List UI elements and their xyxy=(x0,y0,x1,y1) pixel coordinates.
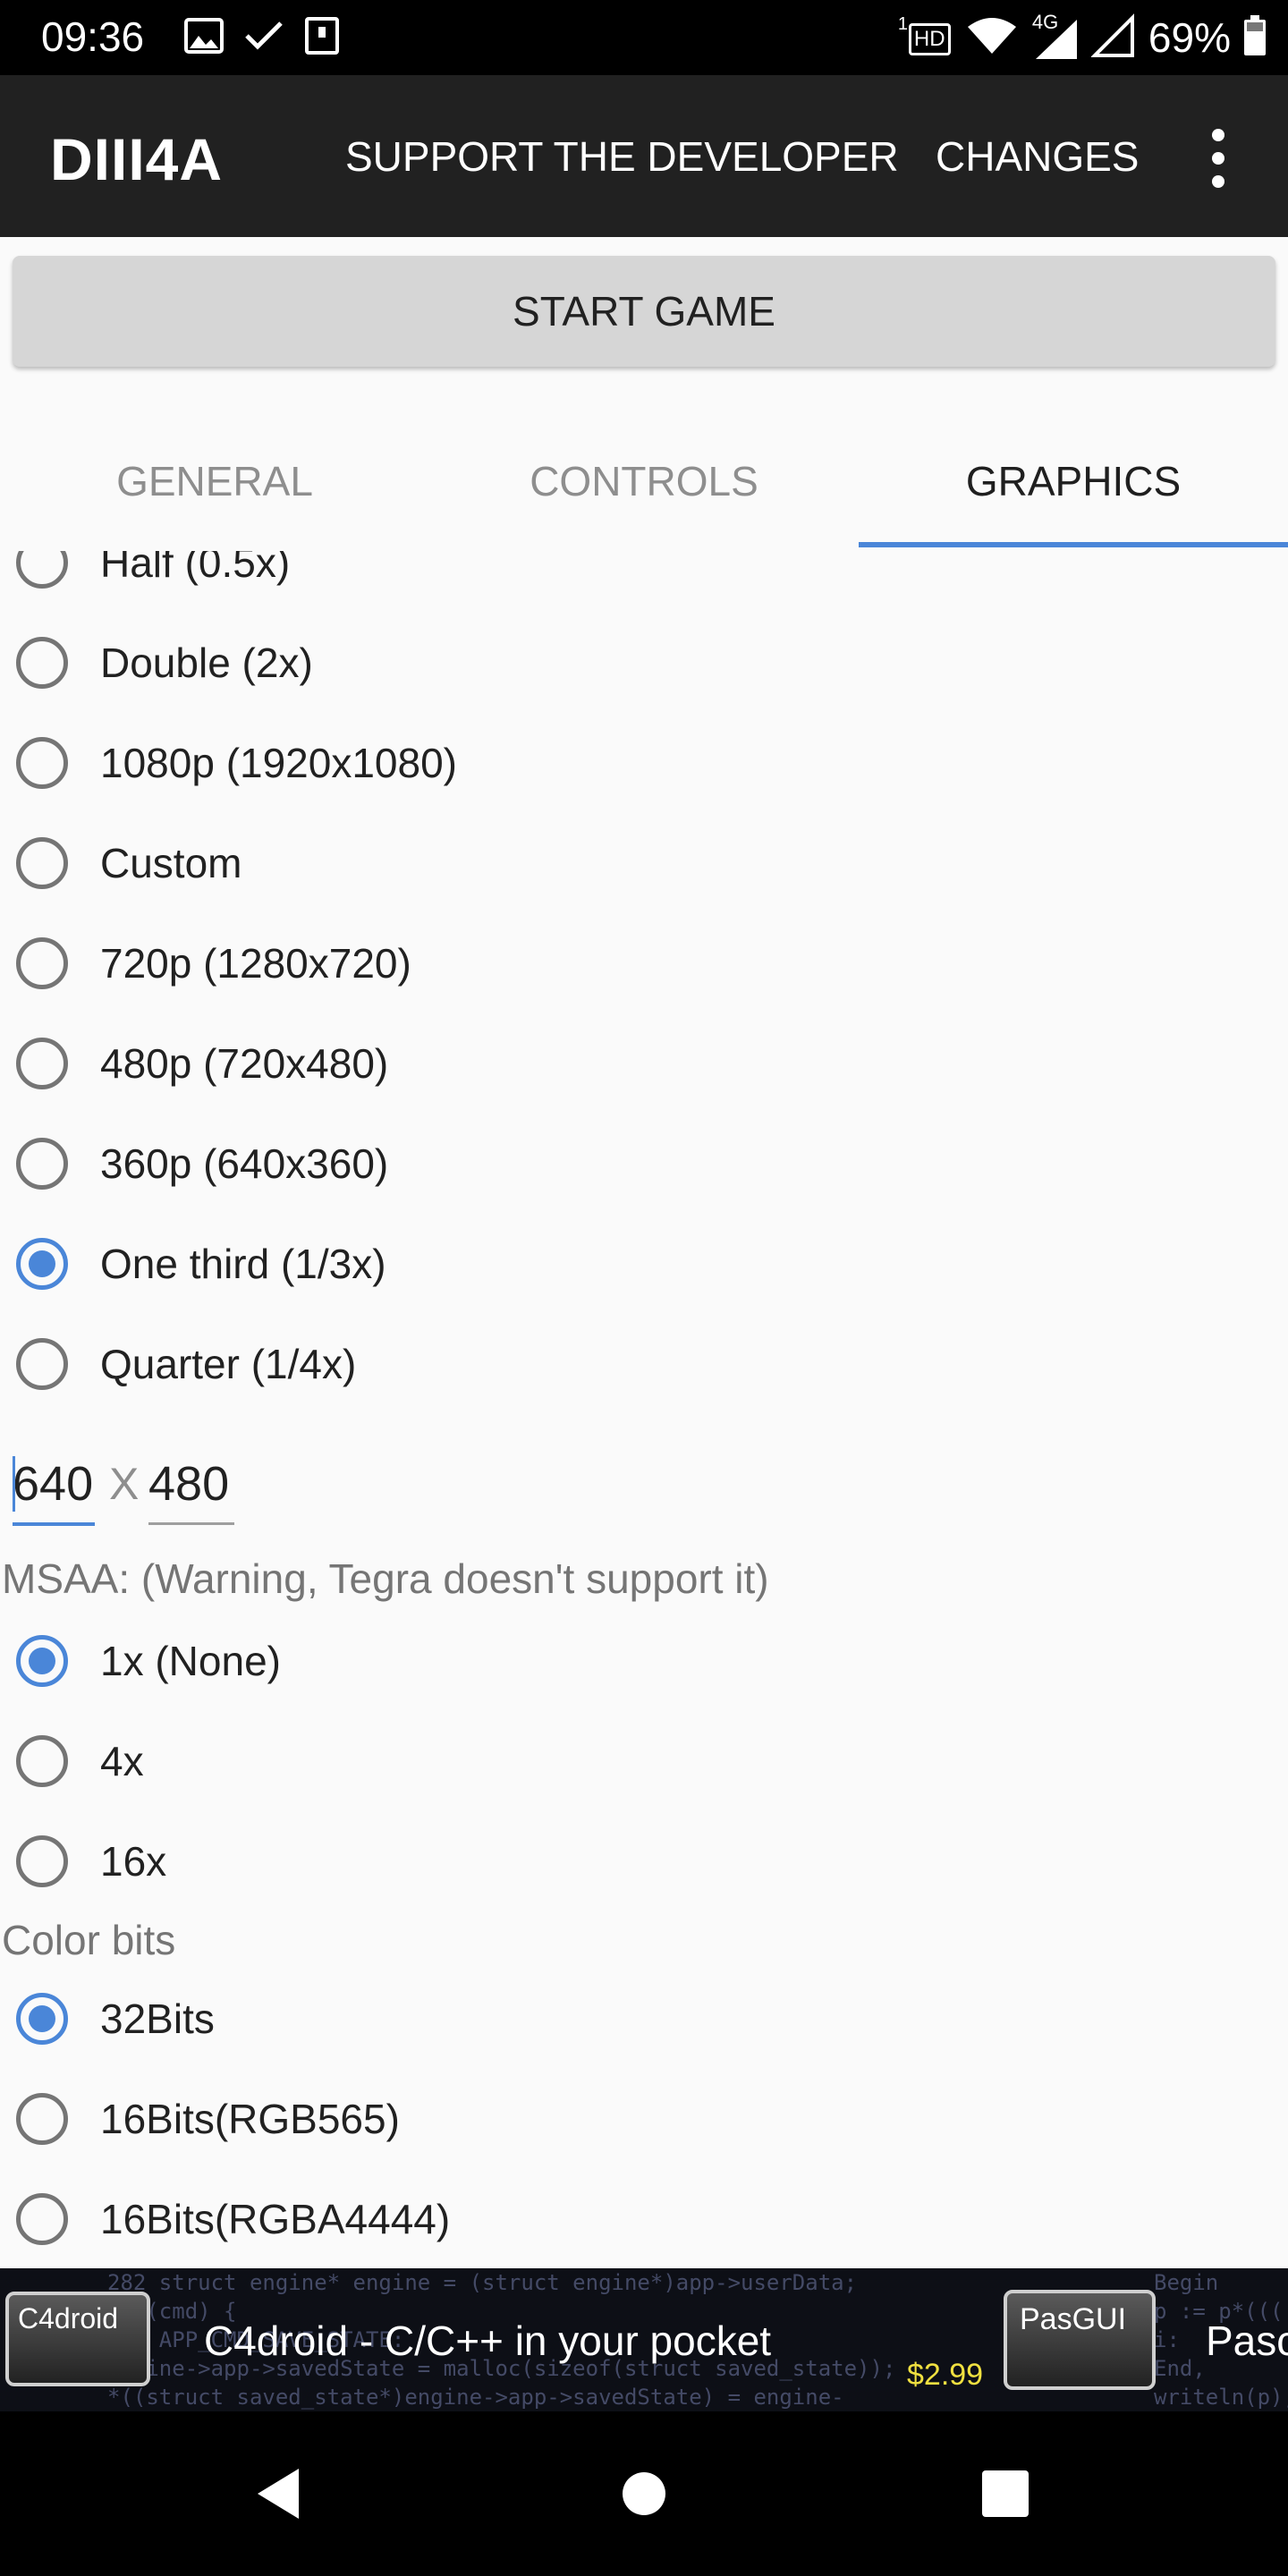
radio-label: 32Bits xyxy=(100,1996,215,2042)
radio-label: 4x xyxy=(100,1738,144,1784)
radio-color-32bits[interactable]: 32Bits xyxy=(16,1979,215,2059)
tab-bar: GENERAL CONTROLS GRAPHICS xyxy=(0,411,1288,551)
system-status-icons: 1 HD 4G 69% xyxy=(898,9,1267,66)
radio-button[interactable] xyxy=(16,2093,68,2145)
notification-icons xyxy=(184,14,340,61)
radio-button[interactable] xyxy=(16,2193,68,2245)
radio-color-rgba4444[interactable]: 16Bits(RGBA4444) xyxy=(16,2179,450,2259)
radio-label: One third (1/3x) xyxy=(100,1241,386,1287)
radio-resolution-720p[interactable]: 720p (1280x720) xyxy=(16,923,411,1004)
home-icon[interactable] xyxy=(572,2411,716,2576)
support-developer-button[interactable]: SUPPORT THE DEVELOPER xyxy=(345,132,899,181)
graphics-settings-panel[interactable]: Half (0.5x) Double (2x) 1080p (1920x1080… xyxy=(0,551,1288,2268)
radio-button[interactable] xyxy=(16,1138,68,1190)
tab-general[interactable]: GENERAL xyxy=(0,411,429,551)
radio-label: 16x xyxy=(100,1838,167,1885)
app-bar: DIII4A SUPPORT THE DEVELOPER CHANGES xyxy=(0,75,1288,237)
ad-headline[interactable]: C4droid - C/C++ in your pocket xyxy=(204,2317,771,2365)
radio-resolution-one-third[interactable]: One third (1/3x) xyxy=(16,1224,386,1304)
radio-resolution-double[interactable]: Double (2x) xyxy=(16,623,313,703)
radio-label: Double (2x) xyxy=(100,640,313,686)
hd-label: HD xyxy=(908,23,951,55)
radio-button-checked[interactable] xyxy=(16,1238,68,1290)
changes-button[interactable]: CHANGES xyxy=(936,132,1139,181)
tab-graphics[interactable]: GRAPHICS xyxy=(859,411,1288,551)
overflow-menu-icon[interactable] xyxy=(1202,129,1234,188)
msaa-label: MSAA: (Warning, Tegra doesn't support it… xyxy=(2,1555,769,1602)
signal-4g-icon: 4G xyxy=(1030,11,1079,61)
radio-button[interactable] xyxy=(16,937,68,989)
radio-label: 16Bits(RGB565) xyxy=(100,2096,400,2142)
radio-button[interactable] xyxy=(16,551,68,589)
radio-label: 480p (720x480) xyxy=(100,1040,389,1087)
radio-button[interactable] xyxy=(16,737,68,789)
custom-height-input[interactable]: 480 xyxy=(148,1445,234,1525)
radio-msaa-4x[interactable]: 4x xyxy=(16,1721,144,1801)
battery-percent: 69% xyxy=(1148,14,1231,61)
radio-button-checked[interactable] xyxy=(16,1635,68,1687)
ad-banner[interactable]: 282 struct engine* engine = (struct engi… xyxy=(0,2268,1288,2411)
radio-button[interactable] xyxy=(16,1038,68,1089)
radio-button-checked[interactable] xyxy=(16,1993,68,2045)
resolution-separator: X xyxy=(109,1459,140,1509)
radio-label: 16Bits(RGBA4444) xyxy=(100,2196,451,2242)
recents-icon[interactable] xyxy=(934,2411,1077,2576)
radio-resolution-360p[interactable]: 360p (640x360) xyxy=(16,1123,388,1204)
radio-label: Custom xyxy=(100,840,242,886)
color-bits-label: Color bits xyxy=(2,1917,176,1963)
ad-code-line: 282 struct engine* engine = (struct engi… xyxy=(107,2270,858,2295)
app-title: DIII4A xyxy=(50,126,224,192)
custom-resolution-row: 640 X 480 xyxy=(13,1445,549,1535)
ad-price[interactable]: $2.99 xyxy=(907,2358,983,2393)
radio-msaa-1x[interactable]: 1x (None) xyxy=(16,1621,281,1701)
radio-color-rgb565[interactable]: 16Bits(RGB565) xyxy=(16,2079,400,2159)
sim-card-icon xyxy=(304,16,340,60)
radio-button[interactable] xyxy=(16,837,68,889)
tab-selected-indicator xyxy=(859,542,1288,547)
radio-label: 360p (640x360) xyxy=(100,1140,389,1187)
tab-controls[interactable]: CONTROLS xyxy=(429,411,859,551)
radio-label: 720p (1280x720) xyxy=(100,940,411,987)
image-notification-icon xyxy=(184,17,224,58)
ad-headline-right[interactable]: Pasc xyxy=(1206,2317,1288,2365)
back-icon[interactable] xyxy=(208,2411,351,2576)
radio-resolution-custom[interactable]: Custom xyxy=(16,823,242,903)
radio-label: Half (0.5x) xyxy=(100,551,291,586)
radio-resolution-1080p[interactable]: 1080p (1920x1080) xyxy=(16,723,457,803)
ad-code-line: Begin xyxy=(1154,2270,1219,2295)
wifi-icon xyxy=(966,14,1018,62)
check-icon xyxy=(243,18,284,58)
ad-code-line: writeln(p); xyxy=(1154,2385,1288,2410)
radio-button[interactable] xyxy=(16,1735,68,1787)
ad-code-line: *((struct saved_state*)engine->app->save… xyxy=(107,2385,844,2410)
start-game-button[interactable]: START GAME xyxy=(13,256,1275,367)
status-bar: 09:36 1 HD 4G 69% xyxy=(0,0,1288,75)
radio-button[interactable] xyxy=(16,637,68,689)
custom-width-input[interactable]: 640 xyxy=(13,1445,95,1526)
radio-resolution-half[interactable]: Half (0.5x) xyxy=(16,551,290,603)
battery-icon xyxy=(1243,14,1267,61)
hd-voice-icon: 1 HD xyxy=(897,14,953,59)
radio-label: Quarter (1/4x) xyxy=(100,1341,357,1387)
signal-empty-icon xyxy=(1090,13,1136,64)
status-time: 09:36 xyxy=(41,13,145,60)
radio-button[interactable] xyxy=(16,1338,68,1390)
sim-slot-label: 1 xyxy=(897,14,909,34)
c4droid-logo[interactable]: C4droid xyxy=(5,2292,150,2386)
radio-label: 1x (None) xyxy=(100,1638,281,1684)
radio-msaa-16x[interactable]: 16x xyxy=(16,1821,166,1902)
radio-button[interactable] xyxy=(16,1835,68,1887)
pasgui-logo[interactable]: PasGUI xyxy=(1004,2290,1156,2390)
system-nav-bar xyxy=(0,2411,1288,2576)
radio-resolution-480p[interactable]: 480p (720x480) xyxy=(16,1023,388,1104)
radio-resolution-quarter[interactable]: Quarter (1/4x) xyxy=(16,1324,356,1404)
radio-label: 1080p (1920x1080) xyxy=(100,740,457,786)
